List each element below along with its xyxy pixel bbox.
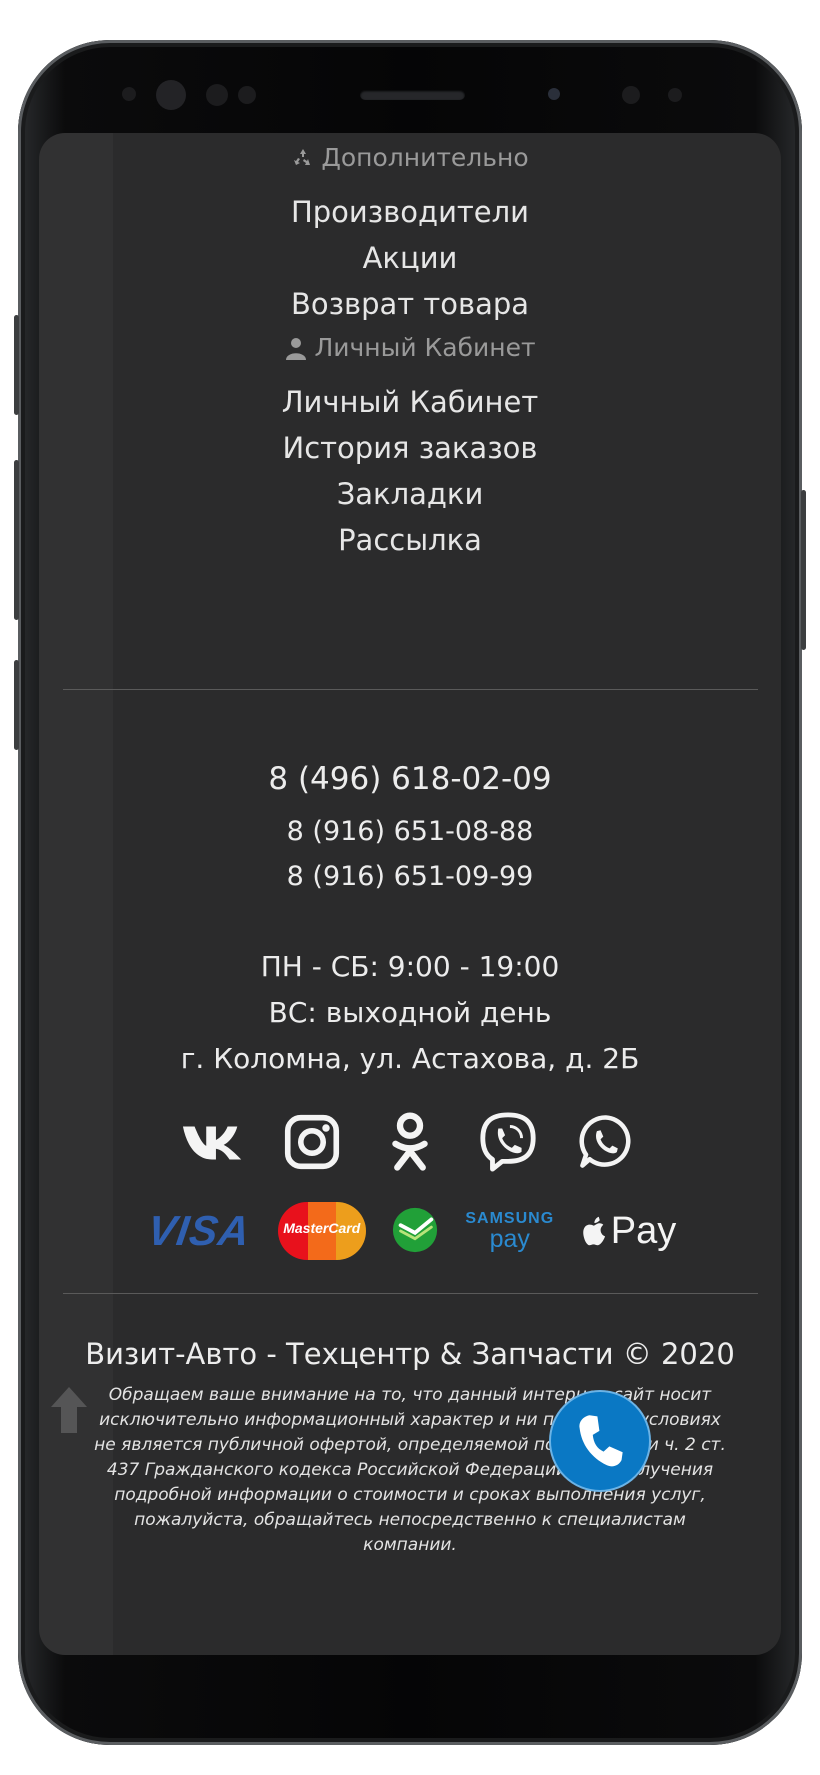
front-camera — [156, 80, 186, 110]
viber-icon[interactable] — [474, 1108, 542, 1176]
menu-item-manufacturers[interactable]: Производители — [39, 189, 781, 235]
section-title-additional: Дополнительно — [39, 143, 781, 172]
menu-list-additional: Производители Акции Возврат товара — [39, 189, 781, 327]
phone-screen: Дополнительно Производители Акции Возвра… — [39, 133, 781, 1655]
phone-side-button — [14, 460, 19, 620]
camera-sensor — [668, 88, 682, 102]
menu-item-bookmarks[interactable]: Закладки — [39, 471, 781, 517]
camera-sensor — [122, 87, 136, 101]
recycle-icon — [294, 148, 311, 165]
divider — [63, 1293, 758, 1294]
day-off: ВС: выходной день — [268, 996, 552, 1029]
camera-sensor — [206, 84, 228, 106]
user-icon — [286, 337, 307, 360]
menu-item-account[interactable]: Личный Кабинет — [39, 379, 781, 425]
phone-side-button — [14, 660, 19, 750]
apple-pay-logo: Pay — [580, 1210, 676, 1253]
vk-icon[interactable] — [180, 1108, 248, 1176]
working-hours: ПН - СБ: 9:00 - 19:00 — [260, 950, 560, 983]
address: г. Коломна, ул. Астахова, д. 2Б — [180, 1042, 640, 1075]
menu-item-promotions[interactable]: Акции — [39, 235, 781, 281]
payment-methods: VISA MasterCard SAMSUNG pay Pay — [39, 1200, 781, 1262]
phone-side-button — [14, 315, 19, 415]
phone-side-button — [801, 490, 806, 650]
visa-logo: VISA — [144, 1207, 254, 1254]
phone-number-main[interactable]: 8 (496) 618-02-09 — [39, 761, 781, 797]
social-links — [39, 1108, 781, 1176]
odnoklassniki-icon[interactable] — [376, 1108, 444, 1176]
phone-number-3[interactable]: 8 (916) 651-09-99 — [39, 861, 781, 892]
call-button[interactable] — [549, 1390, 651, 1492]
section-title-text: Дополнительно — [321, 143, 529, 172]
apple-icon — [582, 1216, 605, 1246]
divider — [63, 689, 758, 690]
whatsapp-icon[interactable] — [572, 1108, 640, 1176]
phone-icon — [579, 1415, 623, 1467]
mastercard-logo: MasterCard — [277, 1200, 366, 1262]
camera-sensor — [548, 88, 560, 100]
copyright: Визит-Авто - Техцентр & Запчасти © 2020 — [85, 1337, 735, 1371]
samsung-pay-logo: SAMSUNG pay — [465, 1209, 555, 1253]
section-title-text: Личный Кабинет — [314, 333, 536, 362]
earpiece-speaker — [360, 90, 465, 100]
menu-list-account: Личный Кабинет История заказов Закладки … — [39, 379, 781, 563]
sberbank-icon — [390, 1206, 440, 1256]
instagram-icon[interactable] — [278, 1108, 346, 1176]
page-content: Дополнительно Производители Акции Возвра… — [39, 133, 781, 1655]
camera-sensor — [622, 86, 640, 104]
camera-sensor — [238, 86, 256, 104]
menu-item-newsletter[interactable]: Рассылка — [39, 517, 781, 563]
menu-item-returns[interactable]: Возврат товара — [39, 281, 781, 327]
phone-number-2[interactable]: 8 (916) 651-08-88 — [39, 816, 781, 847]
section-title-account: Личный Кабинет — [39, 333, 781, 362]
menu-item-order-history[interactable]: История заказов — [39, 425, 781, 471]
